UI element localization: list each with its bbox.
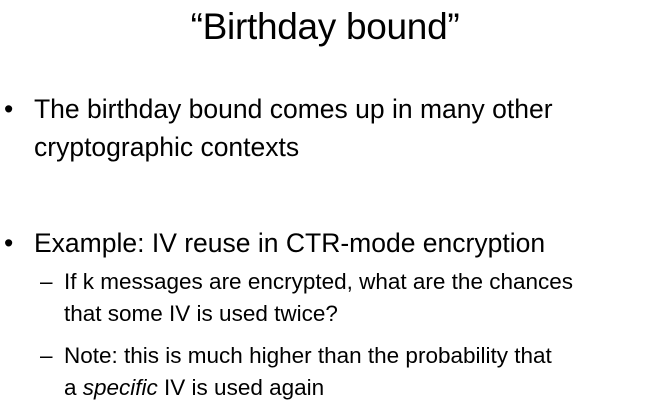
sub-bullet-2-text: Note: this is much higher than the proba… (64, 340, 650, 404)
sub-bullet-marker: – (40, 343, 53, 368)
sub-bullet-2: – Note: this is much higher than the pro… (40, 340, 646, 404)
sub-bullet-2-emphasis: specific (82, 375, 158, 400)
bullet-1-text: The birthday bound comes up in many othe… (34, 90, 644, 166)
sub-bullet-1-line-1: If k messages are encrypted, what are th… (64, 269, 574, 294)
sub-bullet-marker: – (40, 269, 53, 294)
bullet-2: • Example: IV reuse in CTR-mode encrypti… (4, 224, 650, 262)
sub-bullet-1-text: If k messages are encrypted, what are th… (64, 266, 650, 330)
slide-title: “Birthday bound” (190, 6, 460, 47)
bullet-marker: • (4, 94, 14, 124)
sub-bullet-2-suffix: IV is used again (157, 375, 325, 400)
sub-bullet-2-line-1: Note: this is much higher than the proba… (64, 343, 552, 368)
sub-bullet-1: – If k messages are encrypted, what are … (40, 266, 646, 330)
bullet-1-line-2: cryptographic contexts (34, 132, 300, 162)
bullet-2-line-1: Example: IV reuse in CTR-mode encryption (34, 228, 546, 258)
sub-bullet-1-line-2: that some IV is used twice? (64, 301, 338, 326)
sub-bullet-2-line-2: a specific IV is used again (64, 372, 650, 404)
bullet-marker: • (4, 228, 14, 258)
bullet-1: • The birthday bound comes up in many ot… (4, 90, 650, 166)
bullet-1-line-1: The birthday bound comes up in many othe… (34, 94, 553, 124)
sub-bullet-2-prefix: a (64, 375, 83, 400)
slide: “Birthday bound” • The birthday bound co… (0, 0, 650, 418)
